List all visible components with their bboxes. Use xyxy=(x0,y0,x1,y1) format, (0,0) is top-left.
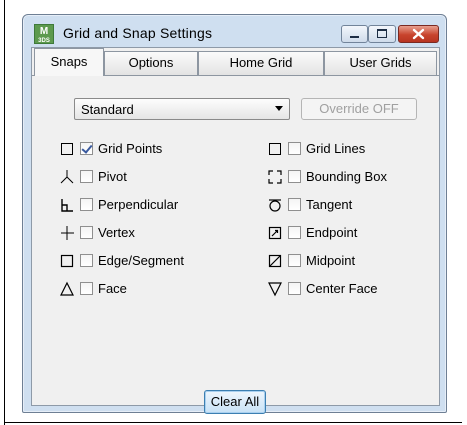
svg-text:M: M xyxy=(40,26,48,37)
background-border-left xyxy=(4,0,5,425)
max-3ds-icon: M 3DS xyxy=(34,24,54,44)
midpoint-checkbox[interactable] xyxy=(288,254,301,267)
background-border-bottom xyxy=(4,422,462,423)
edge-segment-checkbox[interactable] xyxy=(80,254,93,267)
grid-lines-icon xyxy=(269,143,281,155)
dialog-content: Snaps Options Home Grid User Grids Stand… xyxy=(31,47,440,414)
minimize-button[interactable] xyxy=(341,25,368,43)
title-bar[interactable]: M 3DS Grid and Snap Settings xyxy=(23,15,446,47)
close-button[interactable] xyxy=(398,25,439,43)
endpoint-checkbox[interactable] xyxy=(288,226,301,239)
tab-home-grid[interactable]: Home Grid xyxy=(198,51,324,75)
tab-user-grids[interactable]: User Grids xyxy=(324,51,437,75)
endpoint-label: Endpoint xyxy=(306,225,358,240)
edge-segment-icon xyxy=(60,254,74,268)
perpendicular-icon xyxy=(61,199,73,212)
vertex-checkbox[interactable] xyxy=(80,226,93,239)
window-title: Grid and Snap Settings xyxy=(63,25,213,41)
preset-dropdown-value: Standard xyxy=(81,102,134,117)
center-face-label: Center Face xyxy=(306,281,378,296)
midpoint-icon xyxy=(268,254,282,268)
override-button[interactable]: Override OFF xyxy=(301,98,417,120)
bounding-box-icon xyxy=(268,170,282,184)
vertex-label: Vertex xyxy=(98,225,135,240)
perpendicular-checkbox[interactable] xyxy=(80,198,93,211)
midpoint-label: Midpoint xyxy=(306,253,356,268)
grid-lines-label: Grid Lines xyxy=(306,141,366,156)
perpendicular-label: Perpendicular xyxy=(98,197,179,212)
tab-options[interactable]: Options xyxy=(104,51,198,75)
clear-all-button[interactable]: Clear All xyxy=(204,390,266,414)
grid-snap-settings-window: M 3DS Grid and Snap Settings Snaps Optio… xyxy=(22,14,447,414)
maximize-icon xyxy=(377,29,387,38)
preset-dropdown[interactable]: Standard xyxy=(74,98,290,120)
face-label: Face xyxy=(98,281,127,296)
chevron-down-icon xyxy=(275,106,283,111)
bounding-box-label: Bounding Box xyxy=(306,169,387,184)
close-icon xyxy=(412,28,425,40)
minimize-icon xyxy=(350,36,359,38)
face-icon xyxy=(60,281,74,296)
edge-segment-label: Edge/Segment xyxy=(98,253,185,268)
tab-snaps[interactable]: Snaps xyxy=(34,48,104,76)
pivot-icon xyxy=(60,170,74,184)
svg-text:3DS: 3DS xyxy=(38,38,50,44)
pivot-label: Pivot xyxy=(98,169,127,184)
endpoint-icon xyxy=(268,226,282,240)
vertex-icon xyxy=(61,226,74,240)
grid-points-checkbox[interactable] xyxy=(80,142,93,155)
bounding-box-checkbox[interactable] xyxy=(288,170,301,183)
pivot-checkbox[interactable] xyxy=(80,170,93,183)
tangent-label: Tangent xyxy=(306,197,353,212)
grid-points-icon xyxy=(61,143,73,155)
center-face-icon xyxy=(268,282,282,297)
grid-lines-checkbox[interactable] xyxy=(288,142,301,155)
grid-points-label: Grid Points xyxy=(98,141,163,156)
face-checkbox[interactable] xyxy=(80,282,93,295)
tangent-checkbox[interactable] xyxy=(288,198,301,211)
tab-bar: Snaps Options Home Grid User Grids xyxy=(32,48,439,76)
maximize-button[interactable] xyxy=(368,25,396,43)
center-face-checkbox[interactable] xyxy=(288,282,301,295)
tangent-icon xyxy=(269,199,281,212)
